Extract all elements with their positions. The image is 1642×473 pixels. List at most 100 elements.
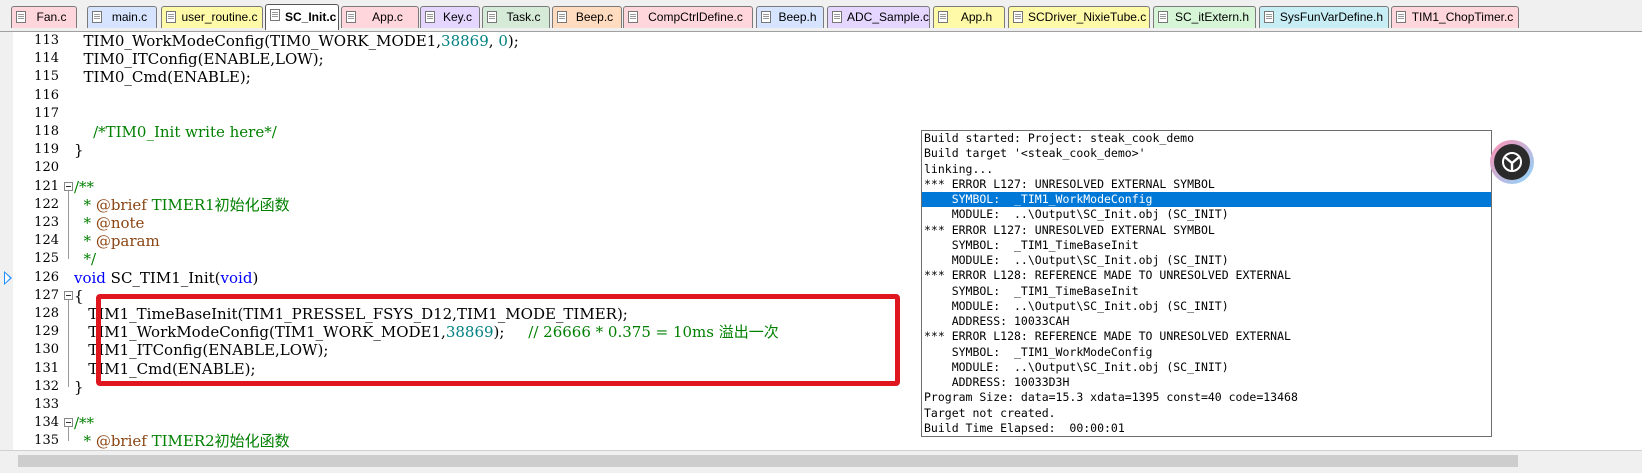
tab-beep-c[interactable]: Beep.c	[552, 6, 622, 28]
file-icon	[166, 11, 176, 23]
tab-tim1-choptimer-c[interactable]: TIM1_ChopTimer.c	[1391, 6, 1519, 28]
code-token: @note	[95, 214, 145, 232]
code-token: 38869	[441, 32, 489, 50]
tab-key-c[interactable]: Key.c	[420, 6, 480, 28]
file-icon	[270, 9, 280, 21]
tab-label: SC_itExtern.h	[1174, 10, 1250, 24]
tab-label: App.c	[372, 10, 403, 24]
build-output-line[interactable]: MODULE: ..\Output\SC_Init.obj (SC_INIT)	[922, 360, 1491, 375]
file-icon	[832, 11, 842, 23]
tab-adc-sample-c[interactable]: ADC_Sample.c	[827, 6, 930, 28]
line-number: 113	[34, 33, 59, 48]
code-token: SC_TIM1_Init(	[105, 268, 221, 287]
build-output-line[interactable]: *** ERROR L128: REFERENCE MADE TO UNRESO…	[922, 329, 1491, 344]
code-line[interactable]: }	[74, 378, 84, 396]
code-line[interactable]: /**	[74, 414, 94, 432]
tab-label: main.c	[111, 10, 148, 24]
scrollbar-thumb[interactable]	[18, 455, 1518, 467]
file-icon	[16, 11, 26, 23]
assistant-logo-icon[interactable]	[1490, 140, 1534, 184]
tab-app-h[interactable]: App.h	[933, 6, 1005, 28]
line-number: 128	[34, 306, 59, 321]
line-number: 120	[34, 160, 59, 176]
fold-guide-line	[68, 190, 69, 260]
code-line[interactable]: void SC_TIM1_Init(void)	[74, 269, 258, 287]
code-line[interactable]: */	[74, 250, 97, 269]
line-number: 131	[34, 360, 59, 376]
code-token: */	[74, 250, 97, 269]
code-token: @brief	[95, 195, 147, 214]
code-line[interactable]: /**	[74, 178, 94, 196]
code-token: /**	[74, 177, 95, 196]
tab-scdriver-nixietube-c[interactable]: SCDriver_NixieTube.c	[1008, 6, 1150, 28]
build-output-line[interactable]: SYMBOL: _TIM1_TimeBaseInit	[922, 238, 1491, 253]
tab-label: CompCtrlDefine.c	[648, 10, 743, 24]
code-line[interactable]: * @brief TIMER1初始化函数	[74, 196, 290, 214]
build-output-line[interactable]: Build started: Project: steak_cook_demo	[922, 131, 1491, 146]
code-token: /*TIM0_Init write here*/	[93, 123, 277, 141]
build-output-line[interactable]: SYMBOL: _TIM1_WorkModeConfig	[922, 192, 1491, 208]
build-output-line[interactable]: Target not created.	[922, 406, 1491, 421]
tab-label: Task.c	[506, 10, 541, 24]
code-token: TIMER2初始化函数	[146, 432, 290, 450]
tab-beep-h[interactable]: Beep.h	[756, 6, 824, 28]
line-number: 123	[34, 215, 59, 230]
fold-collapse-icon[interactable]	[64, 290, 73, 300]
fold-collapse-icon[interactable]	[64, 418, 73, 428]
build-output-line[interactable]: ADDRESS: 10033D3H	[922, 375, 1491, 390]
tab-main-c[interactable]: main.c	[87, 6, 157, 28]
build-output-line[interactable]: Build target '<steak_cook_demo>'	[922, 146, 1491, 161]
code-token: 0	[498, 32, 508, 50]
tab-label: Fan.c	[36, 10, 67, 24]
tab-sysfunvardefine-h[interactable]: SysFunVarDefine.h	[1259, 6, 1389, 28]
line-number: 118	[34, 124, 59, 139]
code-line[interactable]: }	[74, 141, 84, 159]
editor-tab-bar: Fan.c main.c user_routine.c SC_Init.c App.c K…	[0, 0, 1642, 32]
build-output-window[interactable]: Build started: Project: steak_cook_demo B…	[921, 130, 1492, 437]
tab-label: Beep.c	[575, 10, 614, 24]
code-line[interactable]: {	[74, 287, 84, 305]
code-line[interactable]: * @note	[74, 214, 145, 232]
file-icon	[487, 11, 497, 23]
code-line[interactable]: TIM0_WorkModeConfig(TIM0_WORK_MODE1,3886…	[74, 32, 519, 50]
tab-compctrldefine-c[interactable]: CompCtrlDefine.c	[623, 6, 753, 28]
code-line[interactable]: * @param	[74, 232, 160, 250]
fold-guide-line	[68, 427, 69, 442]
line-number: 125	[34, 251, 59, 267]
line-number: 117	[34, 105, 59, 121]
tab-label: user_routine.c	[181, 10, 258, 24]
tab-app-c[interactable]: App.c	[341, 6, 419, 28]
file-icon	[92, 11, 102, 23]
code-line[interactable]: * @brief TIMER2初始化函数	[74, 432, 290, 450]
code-token: TIM0_Cmd(ENABLE);	[74, 68, 251, 87]
line-number: 114	[34, 51, 59, 67]
code-line[interactable]: TIM0_ITConfig(ENABLE,LOW);	[74, 50, 324, 68]
tab-user-routine-c[interactable]: user_routine.c	[161, 6, 263, 28]
build-output-line[interactable]: *** ERROR L127: UNRESOLVED EXTERNAL SYMB…	[922, 223, 1491, 238]
code-line[interactable]: TIM0_Cmd(ENABLE);	[74, 68, 251, 86]
build-output-line[interactable]: Program Size: data=15.3 xdata=1395 const…	[922, 390, 1491, 405]
build-output-line[interactable]: MODULE: ..\Output\SC_Init.obj (SC_INIT)	[922, 207, 1491, 222]
build-output-line[interactable]: *** ERROR L128: REFERENCE MADE TO UNRESO…	[922, 268, 1491, 283]
build-output-line[interactable]: linking...	[922, 162, 1491, 177]
tab-sc-itextern-h[interactable]: SC_itExtern.h	[1153, 6, 1256, 28]
tab-task-c[interactable]: Task.c	[482, 6, 550, 28]
build-output-line[interactable]: *** ERROR L127: UNRESOLVED EXTERNAL SYMB…	[922, 177, 1491, 192]
code-token: TIM0_ITConfig(ENABLE,LOW);	[74, 50, 324, 69]
fold-collapse-icon[interactable]	[64, 181, 73, 191]
horizontal-scrollbar[interactable]	[0, 450, 1642, 473]
breakpoint-margin[interactable]	[0, 32, 13, 450]
build-output-line[interactable]: SYMBOL: _TIM1_TimeBaseInit	[922, 284, 1491, 299]
build-output-line[interactable]: MODULE: ..\Output\SC_Init.obj (SC_INIT)	[922, 299, 1491, 314]
fold-guide-line	[68, 299, 69, 387]
build-output-line[interactable]: Build Time Elapsed: 00:00:01	[922, 421, 1491, 436]
line-number: 121	[34, 178, 59, 194]
tab-sc-init-c[interactable]: SC_Init.c	[265, 4, 339, 30]
line-number: 133	[34, 397, 59, 412]
build-output-line[interactable]: ADDRESS: 10033CAH	[922, 314, 1491, 329]
code-line[interactable]: /*TIM0_Init write here*/	[74, 123, 277, 141]
tab-fan-c[interactable]: Fan.c	[11, 6, 77, 28]
build-output-line[interactable]: SYMBOL: _TIM1_WorkModeConfig	[922, 345, 1491, 360]
build-output-line[interactable]: MODULE: ..\Output\SC_Init.obj (SC_INIT)	[922, 253, 1491, 268]
